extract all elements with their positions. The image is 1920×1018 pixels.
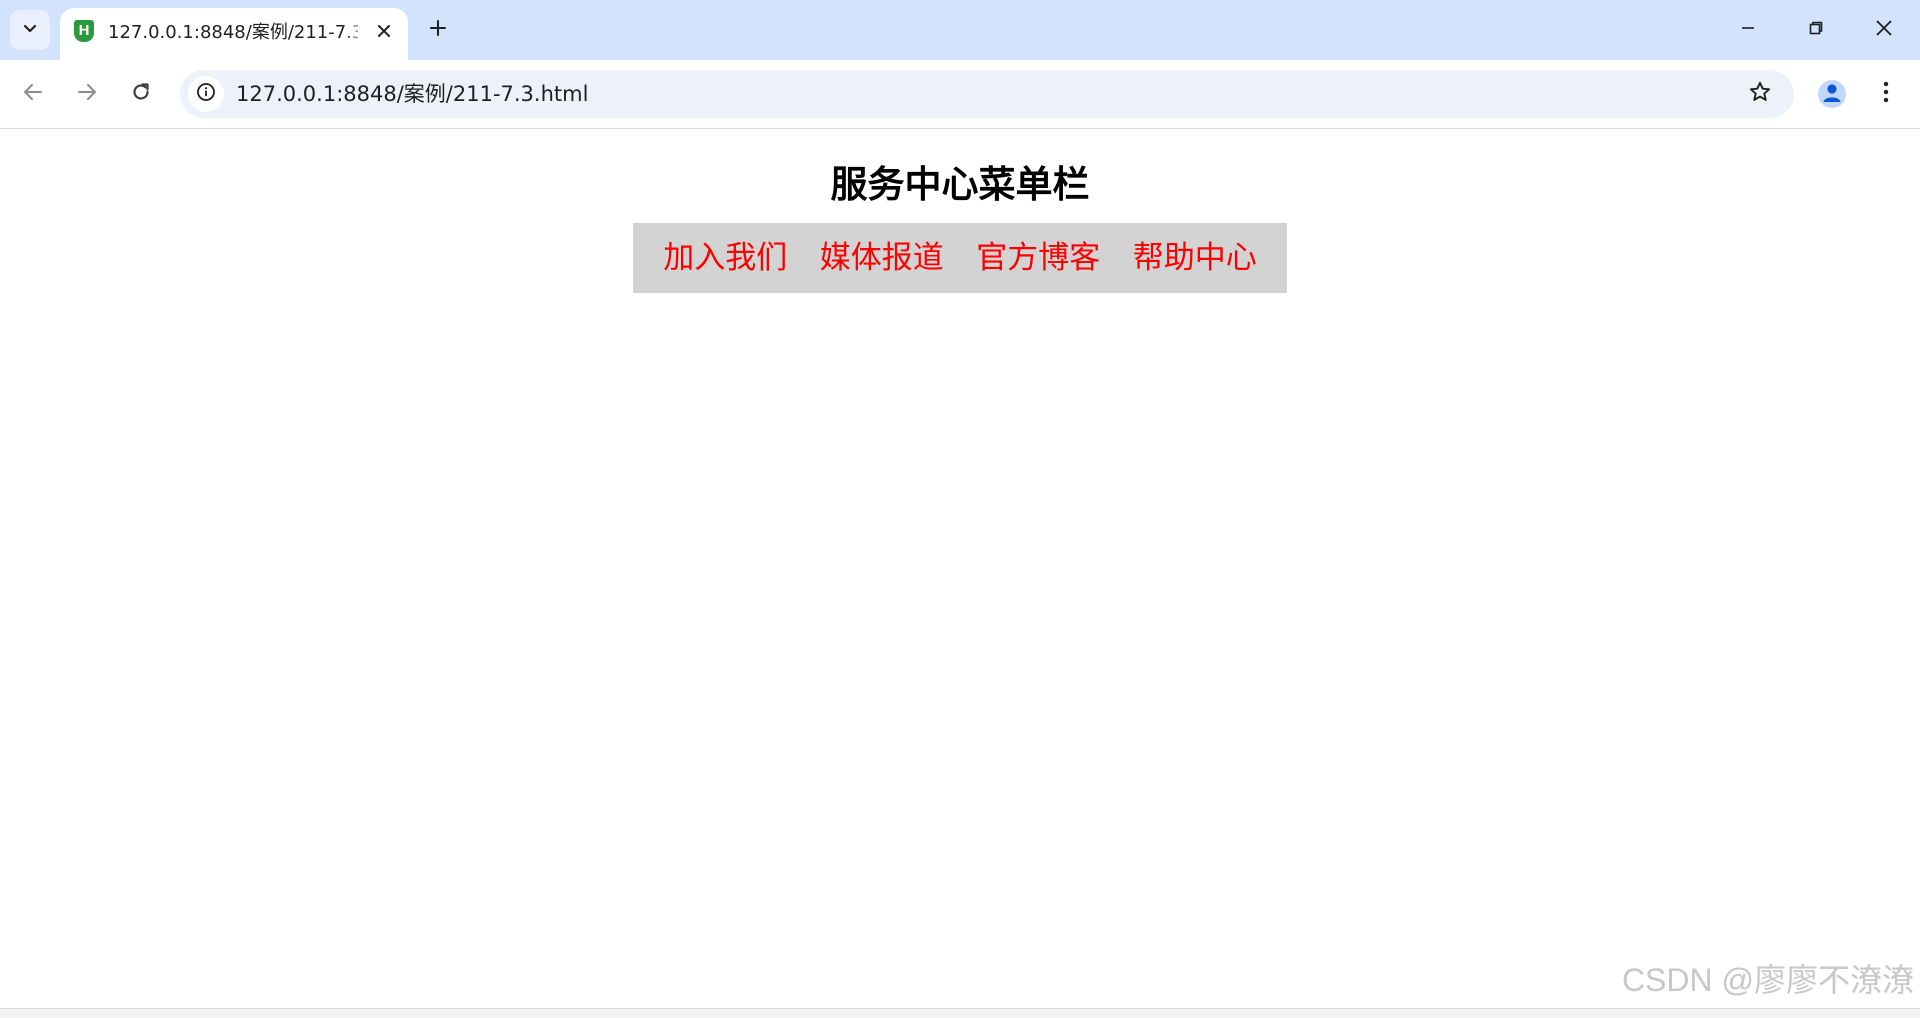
tab-title-fade <box>342 18 370 48</box>
csdn-watermark: CSDN @廖廖不潦潦 <box>1621 962 1914 998</box>
page-heading: 服务中心菜单栏 <box>830 163 1090 206</box>
avatar <box>1818 80 1846 108</box>
person-icon <box>1818 80 1846 108</box>
menu-link-media[interactable]: 媒体报道 <box>820 238 944 278</box>
minimize-button[interactable] <box>1726 8 1770 52</box>
service-menu-bar: 加入我们 媒体报道 官方博客 帮助中心 <box>633 223 1287 293</box>
more-vertical-icon <box>1883 81 1889 107</box>
hbuilder-favicon-icon: H <box>74 20 94 42</box>
new-tab-button[interactable] <box>420 12 456 48</box>
minimize-icon <box>1740 20 1756 40</box>
page-viewport: 服务中心菜单栏 加入我们 媒体报道 官方博客 帮助中心 CSDN @廖廖不潦潦 <box>0 129 1920 1008</box>
arrow-left-icon <box>22 81 44 107</box>
tab-close-button[interactable] <box>370 18 398 46</box>
reload-icon <box>130 81 152 107</box>
browser-toolbar: 127.0.0.1:8848/案例/211-7.3.html <box>0 60 1920 129</box>
browser-window: H 127.0.0.1:8848/案例/211-7.3.html <box>0 0 1920 1018</box>
browser-menu-button[interactable] <box>1866 74 1906 114</box>
active-tab[interactable]: H 127.0.0.1:8848/案例/211-7.3.html <box>60 8 408 60</box>
site-info-button[interactable] <box>188 76 224 112</box>
window-close-button[interactable] <box>1862 8 1906 52</box>
close-icon <box>1875 19 1893 41</box>
info-icon <box>196 82 216 106</box>
back-button[interactable] <box>13 74 53 114</box>
window-bottom-edge <box>0 1008 1920 1018</box>
chevron-down-icon <box>22 20 38 40</box>
menu-link-blog[interactable]: 官方博客 <box>976 238 1100 278</box>
restore-button[interactable] <box>1794 8 1838 52</box>
reload-button[interactable] <box>121 74 161 114</box>
tab-strip: H 127.0.0.1:8848/案例/211-7.3.html <box>0 0 1920 60</box>
star-icon <box>1748 80 1772 108</box>
tab-title: 127.0.0.1:8848/案例/211-7.3.html <box>108 22 358 43</box>
menu-link-join-us[interactable]: 加入我们 <box>663 238 787 278</box>
profile-button[interactable] <box>1812 74 1852 114</box>
address-bar[interactable]: 127.0.0.1:8848/案例/211-7.3.html <box>180 70 1794 118</box>
arrow-right-icon <box>76 81 98 107</box>
url-text[interactable]: 127.0.0.1:8848/案例/211-7.3.html <box>236 82 588 106</box>
forward-button[interactable] <box>67 74 107 114</box>
menu-link-help[interactable]: 帮助中心 <box>1133 238 1257 278</box>
close-icon <box>377 23 391 42</box>
bookmark-button[interactable] <box>1742 76 1778 112</box>
tab-search-button[interactable] <box>10 10 50 50</box>
restore-icon <box>1808 20 1824 40</box>
plus-icon <box>429 19 447 41</box>
